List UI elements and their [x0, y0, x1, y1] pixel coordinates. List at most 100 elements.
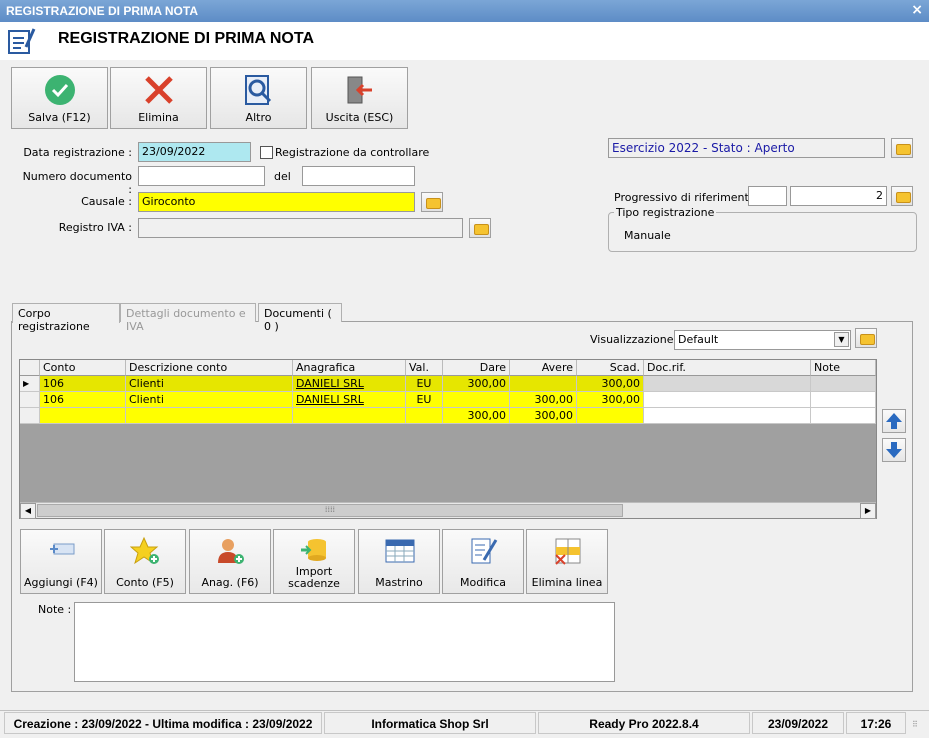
check-icon — [45, 75, 75, 105]
cell-dare[interactable] — [443, 392, 510, 408]
more-button[interactable]: Altro — [210, 67, 307, 129]
import-label-line2: scadenze — [288, 577, 340, 590]
cell-descrizione[interactable]: Clienti — [126, 376, 293, 392]
table-row[interactable]: ▶ 106 Clienti DANIELI SRL EU 300,00 300,… — [20, 376, 876, 392]
star-add-icon — [130, 536, 159, 565]
cell-val[interactable]: EU — [406, 392, 443, 408]
cell-scad[interactable]: 300,00 — [577, 392, 644, 408]
col-scad[interactable]: Scad. — [577, 360, 644, 376]
progressivo-field-1[interactable] — [748, 186, 787, 206]
causale-field[interactable]: Giroconto — [138, 192, 415, 212]
move-down-button[interactable] — [882, 438, 906, 462]
cell-conto[interactable]: 106 — [40, 392, 126, 408]
col-anagrafica[interactable]: Anagrafica — [293, 360, 406, 376]
import-scadenze-button[interactable]: Import scadenze — [273, 529, 355, 594]
close-icon[interactable]: × — [911, 2, 923, 18]
cell-scad[interactable]: 300,00 — [577, 376, 644, 392]
note-textarea[interactable] — [74, 602, 615, 682]
anag-label: Anag. (F6) — [201, 576, 259, 589]
cell-anagrafica-link[interactable]: DANIELI SRL — [293, 376, 406, 392]
status-company: Informatica Shop Srl — [324, 712, 536, 734]
row-indicator — [20, 392, 40, 408]
col-val[interactable]: Val. — [406, 360, 443, 376]
data-registrazione-field[interactable]: 23/09/2022 — [138, 142, 251, 162]
tab-dettagli-documento[interactable]: Dettagli documento e IVA — [120, 303, 256, 333]
cell-avere[interactable]: 300,00 — [510, 392, 577, 408]
data-registrazione-label: Data registrazione : — [23, 146, 132, 159]
cell-note[interactable] — [811, 376, 876, 392]
window-title: REGISTRAZIONE DI PRIMA NOTA — [6, 4, 198, 18]
arrow-up-icon — [886, 413, 902, 429]
visualizzazione-folder-icon[interactable] — [855, 328, 877, 348]
numero-documento-label: Numero documento : — [22, 170, 132, 196]
cell-descrizione[interactable]: Clienti — [126, 392, 293, 408]
scroll-right-icon[interactable]: ▶ — [860, 503, 876, 519]
cell-docrif[interactable] — [644, 376, 811, 392]
cell-val[interactable]: EU — [406, 376, 443, 392]
delete-button[interactable]: Elimina — [110, 67, 207, 129]
causale-label: Causale : — [81, 195, 132, 208]
esercizio-field: Esercizio 2022 - Stato : Aperto — [608, 138, 885, 158]
conto-button[interactable]: Conto (F5) — [104, 529, 186, 594]
cell-anagrafica-link[interactable]: DANIELI SRL — [293, 392, 406, 408]
progressivo-folder-icon[interactable] — [891, 186, 913, 206]
grid-header: Conto Descrizione conto Anagrafica Val. … — [20, 360, 876, 376]
total-avere: 300,00 — [510, 408, 577, 424]
conto-label: Conto (F5) — [116, 576, 174, 589]
modifica-button[interactable]: Modifica — [442, 529, 524, 594]
cell-dare[interactable]: 300,00 — [443, 376, 510, 392]
horizontal-scrollbar[interactable]: ◀ ⁞⁞⁞⁞ ▶ — [20, 502, 876, 519]
del-date-field[interactable] — [302, 166, 415, 186]
resize-grip-icon[interactable]: ⠿ — [912, 720, 918, 729]
col-docrif[interactable]: Doc.rif. — [644, 360, 811, 376]
header: REGISTRAZIONE DI PRIMA NOTA — [0, 22, 929, 60]
total-empty — [293, 408, 406, 424]
causale-folder-icon[interactable] — [421, 192, 443, 212]
save-button[interactable]: Salva (F12) — [11, 67, 108, 129]
total-empty — [577, 408, 644, 424]
cell-conto[interactable]: 106 — [40, 376, 126, 392]
mastrino-button[interactable]: Mastrino — [358, 529, 440, 594]
col-avere[interactable]: Avere — [510, 360, 577, 376]
edit-document-icon — [471, 538, 498, 564]
exit-button[interactable]: Uscita (ESC) — [311, 67, 408, 129]
scroll-left-icon[interactable]: ◀ — [20, 503, 36, 519]
esercizio-folder-icon[interactable] — [891, 138, 913, 158]
aggiungi-button[interactable]: Aggiungi (F4) — [20, 529, 102, 594]
registrazione-grid: Conto Descrizione conto Anagrafica Val. … — [19, 359, 877, 519]
delete-label: Elimina — [138, 111, 179, 124]
registrazione-controllare-label: Registrazione da controllare — [275, 146, 430, 159]
cell-avere[interactable] — [510, 376, 577, 392]
registrazione-controllare-checkbox[interactable] — [260, 146, 273, 159]
status-time: 17:26 — [846, 712, 906, 734]
mastrino-label: Mastrino — [375, 576, 423, 589]
total-empty — [126, 408, 293, 424]
anag-button[interactable]: Anag. (F6) — [189, 529, 271, 594]
move-up-button[interactable] — [882, 409, 906, 433]
del-label: del — [274, 170, 291, 183]
tab-documenti[interactable]: Documenti ( 0 ) — [258, 303, 342, 333]
total-empty — [811, 408, 876, 424]
total-dare: 300,00 — [443, 408, 510, 424]
col-note[interactable]: Note — [811, 360, 876, 376]
registro-iva-folder-icon[interactable] — [469, 218, 491, 238]
cell-docrif[interactable] — [644, 392, 811, 408]
scrollbar-thumb[interactable]: ⁞⁞⁞⁞ — [37, 504, 623, 517]
cell-note[interactable] — [811, 392, 876, 408]
page-title: REGISTRAZIONE DI PRIMA NOTA — [58, 30, 314, 47]
tab-corpo-registrazione[interactable]: Corpo registrazione — [12, 303, 120, 333]
table-row[interactable]: 106 Clienti DANIELI SRL EU 300,00 300,00 — [20, 392, 876, 408]
col-descrizione[interactable]: Descrizione conto — [126, 360, 293, 376]
numero-documento-field[interactable] — [138, 166, 265, 186]
registro-iva-field[interactable] — [138, 218, 463, 238]
header-indicator — [20, 360, 40, 376]
progressivo-field-2[interactable]: 2 — [790, 186, 887, 206]
x-icon — [145, 76, 173, 104]
col-conto[interactable]: Conto — [40, 360, 126, 376]
visualizzazione-select[interactable]: Default — [674, 330, 851, 350]
col-dare[interactable]: Dare — [443, 360, 510, 376]
chevron-down-icon[interactable]: ▼ — [834, 332, 849, 347]
more-label: Altro — [245, 111, 272, 124]
magnifier-icon — [245, 75, 272, 105]
elimina-linea-button[interactable]: Elimina linea — [526, 529, 608, 594]
